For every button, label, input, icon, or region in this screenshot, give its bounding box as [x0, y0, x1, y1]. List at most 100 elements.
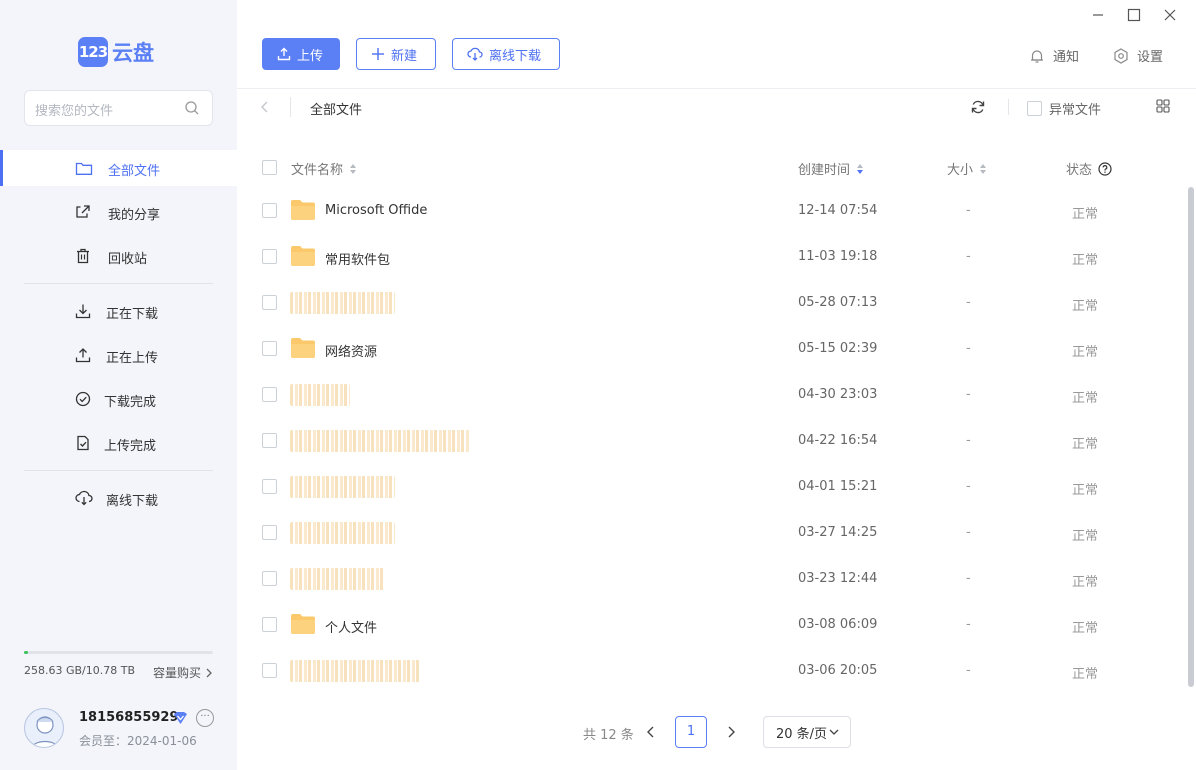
- settings-link[interactable]: 设置: [1113, 46, 1163, 65]
- row-checkbox[interactable]: [262, 433, 277, 448]
- column-header-label: 创建时间: [798, 163, 851, 178]
- created-date: 03-06 20:05: [798, 663, 878, 678]
- upload-button[interactable]: 上传: [262, 38, 340, 70]
- column-header-status: 状态: [1066, 159, 1112, 178]
- abnormal-files-filter[interactable]: 异常文件: [1027, 99, 1101, 118]
- buy-capacity-label: 容量购买: [153, 666, 202, 680]
- row-checkbox[interactable]: [262, 295, 277, 310]
- page-size-value: 20 条/页: [776, 726, 828, 742]
- sidebar-item-upload-complete[interactable]: 上传完成: [0, 425, 237, 461]
- redacted-file-name: [290, 430, 470, 452]
- maximize-icon[interactable]: [1127, 8, 1141, 26]
- sidebar-item-all-files[interactable]: 全部文件: [0, 150, 237, 186]
- app-logo[interactable]: 123 云盘: [78, 37, 154, 67]
- column-header-name[interactable]: 文件名称: [291, 159, 357, 178]
- pagination-current-page[interactable]: 1: [675, 716, 707, 748]
- redacted-file-name: [290, 568, 385, 590]
- row-checkbox[interactable]: [262, 571, 277, 586]
- more-options-icon[interactable]: ···: [196, 709, 214, 727]
- table-row[interactable]: 03-27 14:25 - 正常: [237, 510, 1187, 556]
- notifications-link[interactable]: 通知: [1029, 46, 1079, 65]
- select-all-checkbox[interactable]: [262, 160, 277, 175]
- new-button-label: 新建: [391, 48, 418, 64]
- storage-progress-fill: [24, 651, 29, 654]
- sidebar-divider: [24, 283, 213, 284]
- column-header-label: 文件名称: [291, 163, 344, 178]
- sidebar-item-label: 离线下载: [106, 494, 159, 509]
- buy-capacity-link[interactable]: 容量购买: [153, 664, 214, 681]
- sidebar-item-my-shares[interactable]: 我的分享: [0, 194, 237, 230]
- sidebar-item-offline-download[interactable]: 离线下载: [0, 480, 237, 516]
- avatar[interactable]: [24, 708, 64, 748]
- chevron-right-icon[interactable]: [725, 725, 737, 743]
- file-size: -: [966, 617, 971, 632]
- sort-desc-icon: [856, 163, 864, 175]
- settings-label: 设置: [1137, 50, 1164, 65]
- column-header-created[interactable]: 创建时间: [798, 159, 864, 178]
- folder-icon: [290, 199, 316, 225]
- file-name: 常用软件包: [325, 253, 391, 268]
- file-size: -: [966, 295, 971, 310]
- table-row[interactable]: 04-22 16:54 - 正常: [237, 418, 1187, 464]
- file-status: 正常: [1072, 575, 1099, 590]
- sidebar-item-label: 正在上传: [106, 351, 159, 366]
- row-checkbox[interactable]: [262, 203, 277, 218]
- created-date: 04-22 16:54: [798, 433, 878, 448]
- folder-icon: [75, 160, 93, 180]
- grid-view-icon[interactable]: [1156, 99, 1170, 117]
- sidebar-item-recycle-bin[interactable]: 回收站: [0, 238, 237, 274]
- sidebar-item-label: 全部文件: [108, 164, 161, 179]
- cloud-download-icon: [75, 490, 93, 510]
- offline-download-button[interactable]: 离线下载: [452, 38, 560, 70]
- abnormal-files-checkbox[interactable]: [1027, 101, 1042, 116]
- row-checkbox[interactable]: [262, 663, 277, 678]
- refresh-icon[interactable]: [970, 99, 986, 119]
- file-status: 正常: [1072, 437, 1099, 452]
- sidebar-item-uploading[interactable]: 正在上传: [0, 337, 237, 373]
- scrollbar-thumb[interactable]: [1188, 187, 1194, 687]
- row-checkbox[interactable]: [262, 387, 277, 402]
- table-row[interactable]: 04-01 15:21 - 正常: [237, 464, 1187, 510]
- table-row[interactable]: 04-30 23:03 - 正常: [237, 372, 1187, 418]
- close-icon[interactable]: [1163, 8, 1177, 26]
- breadcrumb[interactable]: 全部文件: [310, 99, 362, 118]
- column-header-label: 状态: [1066, 163, 1093, 178]
- file-status: 正常: [1072, 299, 1099, 314]
- sidebar-item-downloading[interactable]: 正在下载: [0, 293, 237, 329]
- table-row[interactable]: 常用软件包 11-03 19:18 - 正常: [237, 234, 1187, 280]
- help-icon[interactable]: [1098, 161, 1112, 176]
- sidebar-item-download-complete[interactable]: 下载完成: [0, 381, 237, 417]
- file-status: 正常: [1072, 621, 1099, 636]
- minimize-icon[interactable]: [1092, 8, 1104, 26]
- row-checkbox[interactable]: [262, 525, 277, 540]
- table-row[interactable]: 05-28 07:13 - 正常: [237, 280, 1187, 326]
- vip-badge-icon: [173, 711, 188, 729]
- row-checkbox[interactable]: [262, 341, 277, 356]
- breadcrumb-separator: [290, 97, 291, 117]
- page-size-select[interactable]: 20 条/页: [763, 716, 851, 748]
- row-checkbox[interactable]: [262, 617, 277, 632]
- table-row[interactable]: 03-06 20:05 - 正常: [237, 648, 1187, 694]
- created-date: 04-01 15:21: [798, 479, 878, 494]
- row-checkbox[interactable]: [262, 249, 277, 264]
- upload-icon: [277, 47, 291, 61]
- back-icon[interactable]: [259, 99, 271, 119]
- download-icon: [75, 303, 91, 323]
- created-date: 03-23 12:44: [798, 571, 878, 586]
- sidebar-item-label: 回收站: [108, 252, 148, 267]
- file-size: -: [966, 249, 971, 264]
- redacted-file-name: [290, 384, 350, 406]
- search-input[interactable]: 搜索您的文件: [24, 90, 213, 126]
- table-row[interactable]: 个人文件 03-08 06:09 - 正常: [237, 602, 1187, 648]
- search-icon[interactable]: [184, 100, 200, 120]
- table-row[interactable]: 03-23 12:44 - 正常: [237, 556, 1187, 602]
- column-header-size[interactable]: 大小: [947, 159, 987, 178]
- new-button[interactable]: 新建: [356, 38, 436, 70]
- file-size: -: [966, 341, 971, 356]
- chevron-left-icon[interactable]: [645, 725, 657, 743]
- file-status: 正常: [1072, 207, 1099, 222]
- table-row[interactable]: Microsoft Offide 12-14 07:54 - 正常: [237, 188, 1187, 234]
- row-checkbox[interactable]: [262, 479, 277, 494]
- table-row[interactable]: 网络资源 05-15 02:39 - 正常: [237, 326, 1187, 372]
- gear-icon: [1113, 47, 1129, 64]
